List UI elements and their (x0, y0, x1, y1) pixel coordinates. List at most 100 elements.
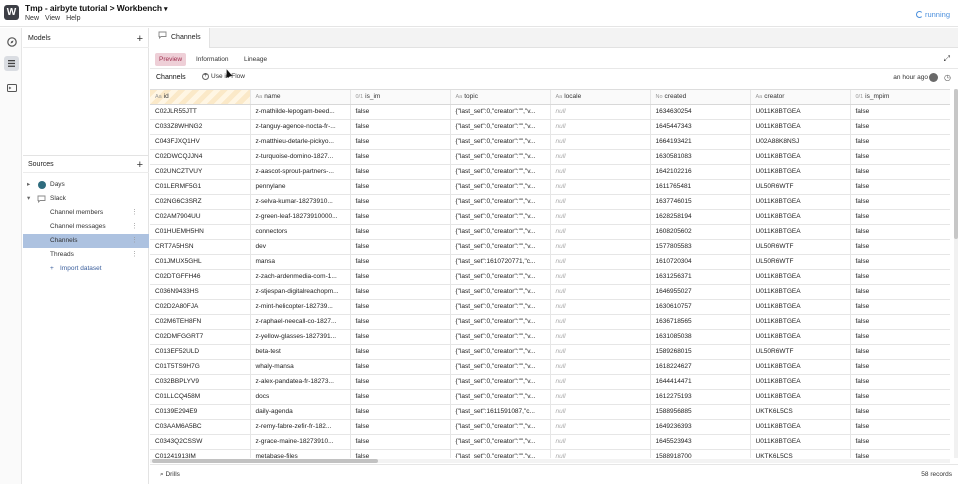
column-header-locale[interactable]: Aa locale (550, 90, 651, 105)
table-row[interactable]: C02DWCQJJN4 z-turquoise-domino-1827... fal… (150, 149, 950, 165)
table-cell[interactable]: 1588956885 (650, 404, 751, 420)
table-cell[interactable]: null (550, 419, 651, 435)
table-cell[interactable]: null (550, 224, 651, 240)
table-cell[interactable]: false (350, 314, 451, 330)
table-cell[interactable]: z-matthieu-detarle-pickyo... (250, 134, 351, 150)
table-cell[interactable]: null (550, 104, 651, 120)
tab-lineage[interactable]: Lineage (240, 53, 271, 66)
table-cell[interactable]: C01LLCQ458M (150, 389, 251, 405)
table-cell[interactable]: null (550, 284, 651, 300)
table-cell[interactable]: U011K8BTGEA (750, 149, 851, 165)
import-dataset-link[interactable]: + Import dataset (23, 262, 149, 276)
table-cell[interactable]: mansa (250, 254, 351, 270)
table-cell[interactable]: false (850, 329, 950, 345)
table-cell[interactable]: C02D2A80FJA (150, 299, 251, 315)
table-cell[interactable]: null (550, 449, 651, 458)
table-row[interactable]: C032BBPLYV9 z-alex-pandatea-fr-18273... fa… (150, 374, 950, 390)
vertical-scrollbar[interactable] (954, 89, 958, 458)
table-row[interactable]: C02AM7904UU z-green-leaf-18273910000... fa… (150, 209, 950, 225)
column-header-topic[interactable]: Aa topic (450, 90, 551, 105)
table-cell[interactable]: false (350, 299, 451, 315)
table-cell[interactable]: 1644414471 (650, 374, 751, 390)
table-cell[interactable]: false (850, 314, 950, 330)
table-cell[interactable]: 1611765481 (650, 179, 751, 195)
table-cell[interactable]: {"last_set":0,"creator":"","v... (450, 359, 551, 375)
table-cell[interactable]: {"last_set":0,"creator":"","v... (450, 419, 551, 435)
table-cell[interactable]: 1612275193 (650, 389, 751, 405)
table-cell[interactable]: null (550, 299, 651, 315)
table-cell[interactable]: false (850, 374, 950, 390)
table-cell[interactable]: 1631256371 (650, 269, 751, 285)
table-cell[interactable]: 1645523943 (650, 434, 751, 450)
table-cell[interactable]: docs (250, 389, 351, 405)
table-cell[interactable]: false (850, 449, 950, 458)
table-cell[interactable]: false (350, 119, 451, 135)
table-cell[interactable]: CRT7A5HSN (150, 239, 251, 255)
table-cell[interactable]: false (350, 194, 451, 210)
more-icon[interactable]: ⋮ (131, 206, 138, 220)
table-cell[interactable]: false (350, 209, 451, 225)
scroll-thumb[interactable] (152, 459, 378, 463)
horizontal-scrollbar[interactable] (150, 459, 950, 463)
table-cell[interactable]: false (350, 284, 451, 300)
table-row[interactable]: C01LERMF5G1 pennylane false {"last_set":0,"… (150, 179, 950, 195)
table-cell[interactable]: false (350, 389, 451, 405)
tab-preview[interactable]: Preview (155, 53, 187, 66)
table-cell[interactable]: U011K8BTGEA (750, 119, 851, 135)
table-row[interactable]: C02NG6C3SRZ z-selva-kumar-18273910... fals… (150, 194, 950, 210)
table-cell[interactable]: daily-agenda (250, 404, 351, 420)
table-cell[interactable]: false (350, 419, 451, 435)
table-cell[interactable]: C02AM7904UU (150, 209, 251, 225)
table-row[interactable]: C01T5TS9H7G whaly-mansa false {"last_set":0… (150, 359, 950, 375)
collapse-arrow-icon[interactable]: ▾ (27, 192, 30, 206)
add-source-button[interactable]: + (137, 156, 143, 174)
more-icon[interactable]: ⋮ (131, 234, 138, 248)
table-cell[interactable]: false (350, 404, 451, 420)
table-cell[interactable]: false (350, 179, 451, 195)
table-row[interactable]: CRT7A5HSN dev false {"last_set":0,"creator"… (150, 239, 950, 255)
table-row[interactable]: C036N9433HS z-stjespan-digitalreachopm...… (150, 284, 950, 300)
table-row[interactable]: C01HUEMH5HN connectors false {"last_set":0,… (150, 224, 950, 240)
table-cell[interactable]: false (850, 269, 950, 285)
table-cell[interactable]: z-mint-helicopter-182739... (250, 299, 351, 315)
column-header-id[interactable]: Aa id (150, 90, 251, 105)
table-cell[interactable]: U011K8BTGEA (750, 224, 851, 240)
table-cell[interactable]: U02A88K8NSJ (750, 134, 851, 150)
table-row[interactable]: C043FJXQ1HV z-matthieu-detarle-pickyo... f… (150, 134, 950, 150)
table-cell[interactable]: U011K8BTGEA (750, 284, 851, 300)
table-cell[interactable]: false (850, 209, 950, 225)
table-cell[interactable]: C02DTGFFH46 (150, 269, 251, 285)
table-cell[interactable]: C036N9433HS (150, 284, 251, 300)
table-cell[interactable]: U011K8BTGEA (750, 434, 851, 450)
table-cell[interactable]: null (550, 329, 651, 345)
table-cell[interactable]: false (850, 434, 950, 450)
table-cell[interactable]: C02JLR55JTT (150, 104, 251, 120)
expand-arrow-icon[interactable]: ▸ (27, 178, 30, 192)
table-cell[interactable]: null (550, 179, 651, 195)
table-cell[interactable]: false (350, 149, 451, 165)
table-row[interactable]: C02DMFGGRT7 z-yellow-glasses-1827391... fa… (150, 329, 950, 345)
table-cell[interactable]: 1577805583 (650, 239, 751, 255)
table-cell[interactable]: false (850, 194, 950, 210)
table-cell[interactable]: C02DWCQJJN4 (150, 149, 251, 165)
table-cell[interactable]: {"last_set":0,"creator":"","v... (450, 344, 551, 360)
table-cell[interactable]: false (850, 149, 950, 165)
table-cell[interactable]: {"last_set":0,"creator":"","v... (450, 134, 551, 150)
table-cell[interactable]: false (850, 119, 950, 135)
sidebar-item-channel-messages[interactable]: Channel messages ⋮ (23, 220, 149, 234)
sidebar-item-threads[interactable]: Threads ⋮ (23, 248, 149, 262)
table-row[interactable]: C013EF52ULD beta-test false {"last_set":0,"… (150, 344, 950, 360)
table-cell[interactable]: false (350, 164, 451, 180)
table-cell[interactable]: U011K8BTGEA (750, 164, 851, 180)
table-row[interactable]: C01241913IM metabase-files false {"last_set… (150, 449, 950, 458)
menu-view[interactable]: View (45, 15, 60, 22)
table-cell[interactable]: false (350, 269, 451, 285)
table-cell[interactable]: {"last_set":0,"creator":"","v... (450, 209, 551, 225)
table-cell[interactable]: 1636718565 (650, 314, 751, 330)
table-cell[interactable]: C043FJXQ1HV (150, 134, 251, 150)
table-cell[interactable]: false (850, 284, 950, 300)
scroll-thumb[interactable] (954, 89, 958, 239)
table-cell[interactable]: {"last_set":0,"creator":"","v... (450, 194, 551, 210)
use-in-flow-button[interactable]: + Use in Flow (202, 73, 245, 80)
drills-button[interactable]: ⌕ Drills (160, 471, 180, 479)
